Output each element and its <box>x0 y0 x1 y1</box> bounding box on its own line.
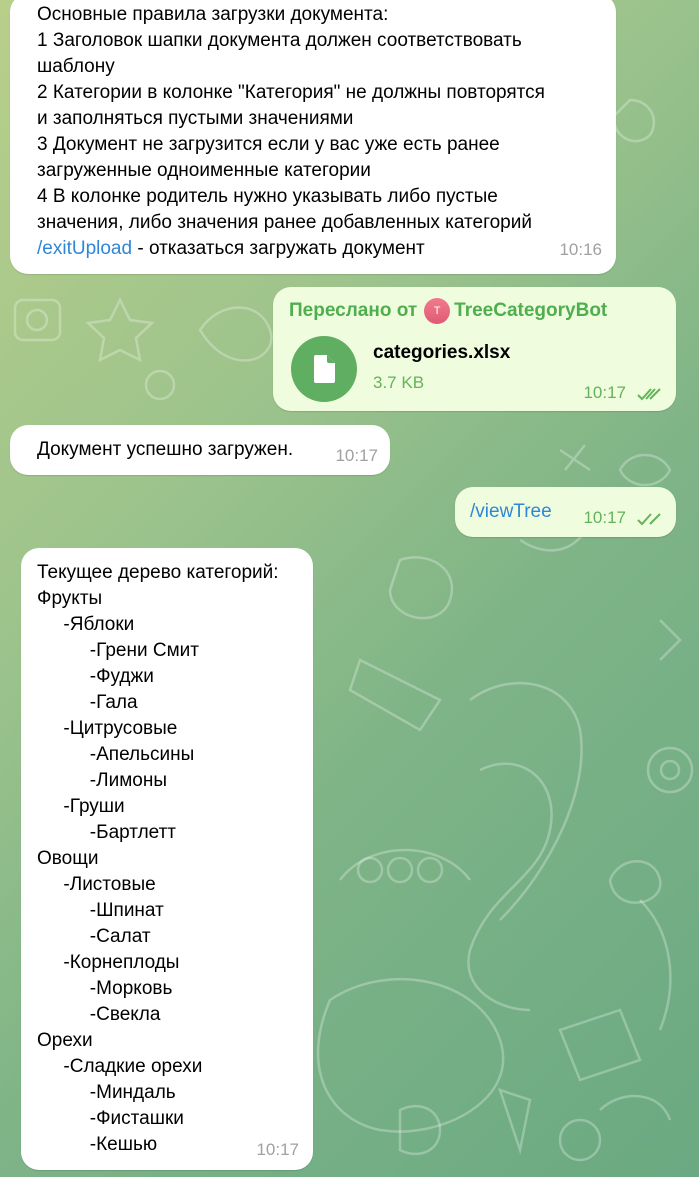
message-upload-rules: Основные правила загрузки документа: 1 З… <box>10 0 616 274</box>
bot-avatar: T <box>424 298 451 324</box>
category-tree-text: Текущее дерево категорий: Фрукты -Яблоки… <box>37 562 279 1155</box>
message-upload-success: Документ успешно загружен. 10:17 <box>10 425 390 475</box>
read-checkmarks-icon <box>637 513 661 526</box>
message-time: 10:16 <box>559 240 602 259</box>
message-view-tree-command: /viewTree 10:17 <box>455 487 676 537</box>
message-time: 10:17 <box>335 446 378 465</box>
rules-text: Основные правила загрузки документа: 1 З… <box>37 4 545 259</box>
file-size: 3.7 KB <box>373 373 425 392</box>
forward-label: Переслано от <box>289 300 418 321</box>
message-time: 10:17 <box>583 508 626 527</box>
message-category-tree: Текущее дерево категорий: Фрукты -Яблоки… <box>21 548 313 1170</box>
file-name[interactable]: categories.xlsx <box>373 342 510 364</box>
file-download-button[interactable] <box>291 336 357 402</box>
read-checkmarks-icon <box>637 388 661 401</box>
view-tree-command-link[interactable]: /viewTree <box>470 499 552 525</box>
exit-upload-command-link[interactable]: /exitUpload <box>37 238 132 259</box>
message-time: 10:17 <box>583 383 626 402</box>
forward-sender-link[interactable]: TreeCategoryBot <box>454 300 607 322</box>
forward-header: Переслано от T TreeCategoryBot <box>289 298 607 324</box>
document-icon <box>314 355 335 383</box>
message-forwarded-file: Переслано от T TreeCategoryBot categorie… <box>273 287 676 411</box>
message-time: 10:17 <box>256 1140 299 1159</box>
upload-success-text: Документ успешно загружен. <box>37 439 294 460</box>
